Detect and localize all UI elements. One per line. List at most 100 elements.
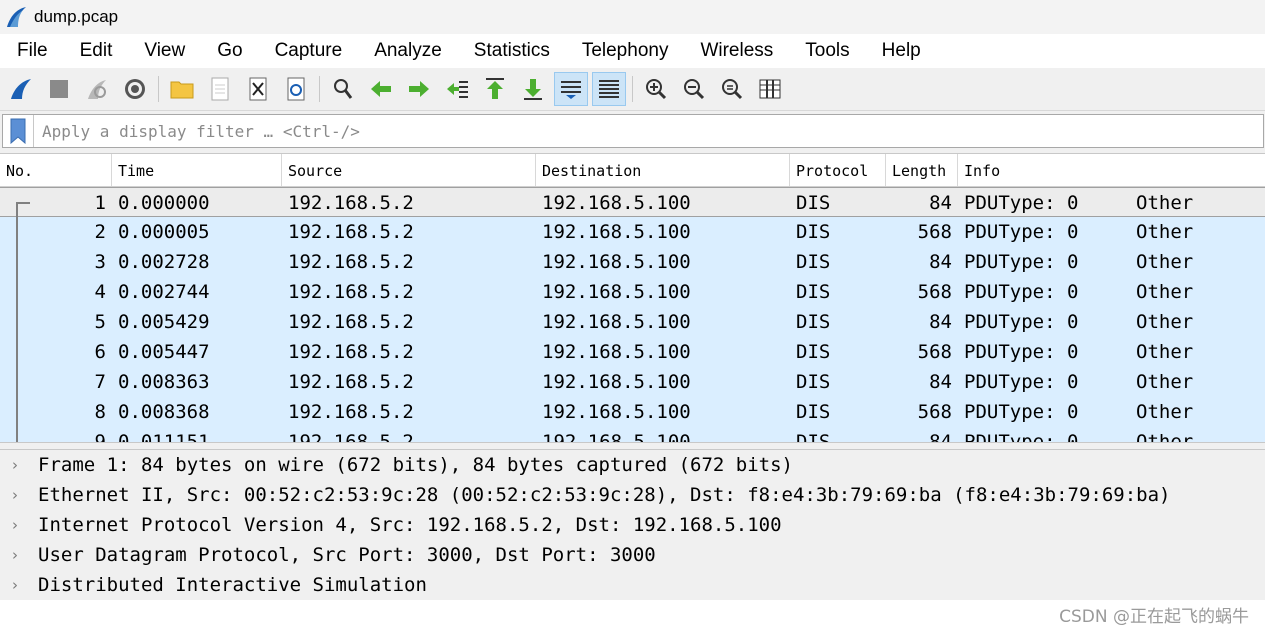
cell-info-detail: Other (1136, 401, 1194, 423)
cell-protocol: DIS (796, 431, 831, 443)
packet-row[interactable]: 1 0.000000 192.168.5.2 192.168.5.100 DIS… (0, 187, 1265, 217)
detail-row-dis[interactable]: › Distributed Interactive Simulation (0, 570, 1265, 600)
reload-icon[interactable] (279, 72, 313, 106)
stop-square-icon[interactable] (42, 72, 76, 106)
menu-bar: File Edit View Go Capture Analyze Statis… (0, 34, 1265, 68)
menu-help[interactable]: Help (866, 34, 937, 68)
menu-file[interactable]: File (0, 34, 64, 68)
cell-destination: 192.168.5.100 (542, 431, 691, 443)
cell-length: 84 (929, 371, 952, 393)
toolbar-separator (158, 76, 159, 102)
column-header-info[interactable]: Info (958, 154, 1265, 186)
cell-info: PDUType: 0 (964, 341, 1079, 363)
menu-tools[interactable]: Tools (789, 34, 865, 68)
cell-length: 84 (929, 251, 952, 273)
find-magnifier-icon[interactable] (326, 72, 360, 106)
menu-telephony[interactable]: Telephony (566, 34, 685, 68)
packet-row[interactable]: 2 0.000005 192.168.5.2 192.168.5.100 DIS… (0, 217, 1265, 247)
cell-source: 192.168.5.2 (288, 431, 414, 443)
column-header-no[interactable]: No. (0, 154, 112, 186)
menu-view[interactable]: View (128, 34, 201, 68)
shark-fin-start-icon[interactable] (4, 72, 38, 106)
detail-row-ip[interactable]: › Internet Protocol Version 4, Src: 192.… (0, 510, 1265, 540)
column-header-source[interactable]: Source (282, 154, 536, 186)
cell-destination: 192.168.5.100 (542, 371, 691, 393)
pane-splitter[interactable] (0, 442, 1265, 450)
packet-list: No. Time Source Destination Protocol Len… (0, 153, 1265, 443)
packet-row[interactable]: 5 0.005429 192.168.5.2 192.168.5.100 DIS… (0, 307, 1265, 337)
cell-destination: 192.168.5.100 (542, 221, 691, 243)
detail-row-frame[interactable]: › Frame 1: 84 bytes on wire (672 bits), … (0, 450, 1265, 480)
cell-source: 192.168.5.2 (288, 311, 414, 333)
cell-time: 0.008368 (118, 401, 210, 423)
wireshark-fin-icon (7, 7, 26, 27)
packet-row[interactable]: 9 0.011151 192.168.5.2 192.168.5.100 DIS… (0, 427, 1265, 443)
cell-info: PDUType: 0 (964, 192, 1079, 214)
toolbar-separator (632, 76, 633, 102)
cell-source: 192.168.5.2 (288, 401, 414, 423)
cell-length: 568 (917, 281, 952, 303)
zoom-normal-icon[interactable] (715, 72, 749, 106)
cell-source: 192.168.5.2 (288, 281, 414, 303)
zoom-out-icon[interactable] (677, 72, 711, 106)
chevron-right-icon[interactable]: › (0, 456, 30, 474)
arrow-forward-icon[interactable] (402, 72, 436, 106)
column-header-protocol[interactable]: Protocol (790, 154, 886, 186)
packet-row[interactable]: 8 0.008368 192.168.5.2 192.168.5.100 DIS… (0, 397, 1265, 427)
cell-info-detail: Other (1136, 281, 1194, 303)
cell-destination: 192.168.5.100 (542, 311, 691, 333)
detail-row-ethernet[interactable]: › Ethernet II, Src: 00:52:c2:53:9c:28 (0… (0, 480, 1265, 510)
detail-text: Frame 1: 84 bytes on wire (672 bits), 84… (38, 454, 793, 476)
cell-time: 0.005447 (118, 341, 210, 363)
arrow-back-icon[interactable] (364, 72, 398, 106)
menu-capture[interactable]: Capture (259, 34, 359, 68)
column-header-length[interactable]: Length (886, 154, 958, 186)
menu-statistics[interactable]: Statistics (458, 34, 566, 68)
go-to-packet-icon[interactable] (440, 72, 474, 106)
cell-info-detail: Other (1136, 371, 1194, 393)
file-close-icon[interactable] (241, 72, 275, 106)
gear-options-icon[interactable] (118, 72, 152, 106)
related-packet-line (16, 202, 18, 443)
chevron-right-icon[interactable]: › (0, 486, 30, 504)
cell-destination: 192.168.5.100 (542, 192, 691, 214)
bookmark-icon[interactable] (3, 115, 34, 147)
cell-info: PDUType: 0 (964, 311, 1079, 333)
packet-row[interactable]: 7 0.008363 192.168.5.2 192.168.5.100 DIS… (0, 367, 1265, 397)
go-last-icon[interactable] (516, 72, 550, 106)
packet-row[interactable]: 6 0.005447 192.168.5.2 192.168.5.100 DIS… (0, 337, 1265, 367)
column-header-destination[interactable]: Destination (536, 154, 790, 186)
cell-info-detail: Other (1136, 311, 1194, 333)
chevron-right-icon[interactable]: › (0, 546, 30, 564)
packet-row[interactable]: 3 0.002728 192.168.5.2 192.168.5.100 DIS… (0, 247, 1265, 277)
file-save-icon[interactable] (203, 72, 237, 106)
cell-source: 192.168.5.2 (288, 251, 414, 273)
menu-edit[interactable]: Edit (64, 34, 129, 68)
folder-open-icon[interactable] (165, 72, 199, 106)
autoscroll-icon[interactable] (554, 72, 588, 106)
colorize-icon[interactable] (592, 72, 626, 106)
detail-text: Internet Protocol Version 4, Src: 192.16… (38, 514, 782, 536)
go-first-icon[interactable] (478, 72, 512, 106)
filter-bar (0, 113, 1265, 149)
cell-info-detail: Other (1136, 251, 1194, 273)
detail-row-udp[interactable]: › User Datagram Protocol, Src Port: 3000… (0, 540, 1265, 570)
cell-destination: 192.168.5.100 (542, 401, 691, 423)
cell-length: 84 (929, 192, 952, 214)
display-filter-input[interactable] (34, 115, 1263, 147)
cell-info-detail: Other (1136, 341, 1194, 363)
cell-source: 192.168.5.2 (288, 371, 414, 393)
menu-go[interactable]: Go (201, 34, 258, 68)
zoom-in-icon[interactable] (639, 72, 673, 106)
column-header-time[interactable]: Time (112, 154, 282, 186)
resize-columns-icon[interactable] (753, 72, 787, 106)
packet-row[interactable]: 4 0.002744 192.168.5.2 192.168.5.100 DIS… (0, 277, 1265, 307)
menu-analyze[interactable]: Analyze (358, 34, 458, 68)
cell-protocol: DIS (796, 221, 831, 243)
chevron-right-icon[interactable]: › (0, 516, 30, 534)
cell-protocol: DIS (796, 311, 831, 333)
cell-time: 0.008363 (118, 371, 210, 393)
restart-shark-icon[interactable] (80, 72, 114, 106)
menu-wireless[interactable]: Wireless (684, 34, 789, 68)
chevron-right-icon[interactable]: › (0, 576, 30, 594)
